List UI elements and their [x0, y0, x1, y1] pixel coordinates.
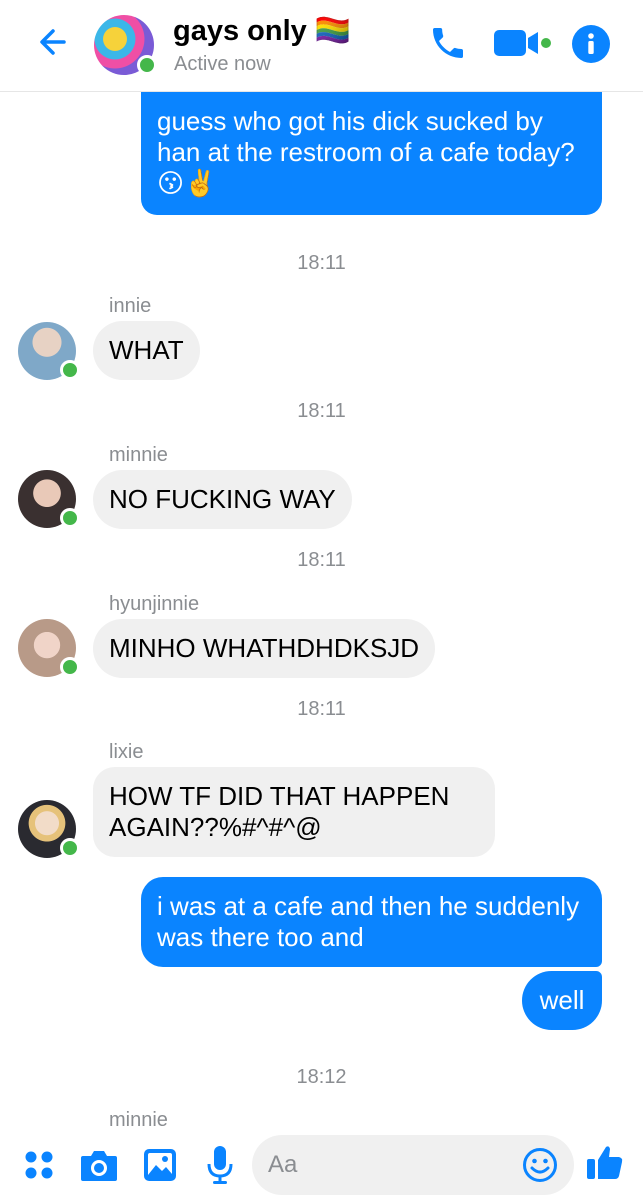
avatar[interactable]: [18, 470, 80, 528]
group-avatar[interactable]: [94, 15, 157, 75]
message-timestamp: 18:11: [297, 400, 346, 422]
online-indicator: [60, 508, 80, 528]
conversation-title[interactable]: gays only 🏳️‍🌈: [173, 14, 351, 48]
apps-icon[interactable]: [24, 1150, 54, 1185]
phone-icon[interactable]: [428, 23, 468, 63]
active-status: Active now: [174, 53, 271, 75]
microphone-icon[interactable]: [205, 1144, 235, 1191]
online-indicator: [60, 838, 80, 858]
online-indicator: [60, 657, 80, 677]
emoji-icon[interactable]: [522, 1147, 558, 1183]
message-timestamp: 18:12: [296, 1066, 347, 1088]
thumbs-up-icon[interactable]: [585, 1142, 625, 1187]
outgoing-message[interactable]: well: [522, 971, 602, 1030]
incoming-message[interactable]: NO FUCKING WAY: [93, 470, 352, 529]
sender-name: minnie: [109, 1109, 168, 1131]
online-indicator: [60, 360, 80, 380]
sender-name: lixie: [109, 741, 144, 763]
avatar[interactable]: [18, 800, 80, 858]
message-input[interactable]: Aa: [252, 1135, 574, 1195]
avatar[interactable]: [18, 619, 80, 677]
message-composer: Aa: [0, 1130, 643, 1200]
input-placeholder: Aa: [268, 1151, 298, 1178]
sender-name: minnie: [109, 444, 168, 466]
message-timestamp: 18:11: [297, 252, 346, 274]
camera-icon[interactable]: [79, 1147, 119, 1188]
outgoing-message[interactable]: i was at a cafe and then he suddenly was…: [141, 877, 602, 967]
sender-name: hyunjinnie: [109, 593, 200, 615]
sender-name: innie: [109, 295, 152, 317]
conversation-header: gays only 🏳️‍🌈 Active now: [0, 0, 643, 92]
message-timestamp: 18:11: [297, 698, 346, 720]
avatar[interactable]: [18, 322, 80, 380]
image-icon[interactable]: [142, 1147, 178, 1188]
message-timestamp: 18:11: [297, 549, 346, 571]
back-arrow-icon[interactable]: [34, 22, 74, 62]
outgoing-message[interactable]: guess who got his dick sucked by han at …: [141, 92, 602, 215]
online-indicator: [137, 55, 157, 75]
video-camera-icon[interactable]: [492, 23, 552, 63]
incoming-message[interactable]: HOW TF DID THAT HAPPEN AGAIN??%#^#^@: [93, 767, 495, 857]
incoming-message[interactable]: WHAT: [93, 321, 200, 380]
info-icon[interactable]: [572, 25, 610, 63]
incoming-message[interactable]: MINHO WHATHDHDKSJD: [93, 619, 436, 678]
